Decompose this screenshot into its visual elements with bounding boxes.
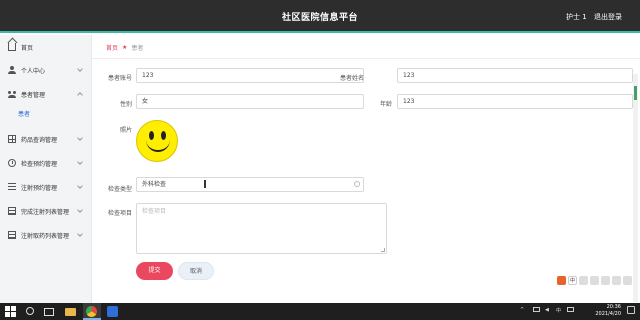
exam-type-select[interactable]: 外科检查: [136, 177, 364, 192]
name-label: 患者姓名: [339, 75, 364, 82]
grid-icon: [8, 135, 16, 143]
breadcrumb: 首页 ★ 患者: [106, 43, 143, 52]
sidebar-item-label: 检查预约管理: [21, 160, 58, 168]
sidebar-item-personal-center[interactable]: 个人中心: [0, 58, 92, 82]
exam-type-label: 检查类型: [107, 186, 132, 193]
logout-link[interactable]: 退出登录: [594, 12, 622, 22]
task-view-icon[interactable]: [44, 308, 54, 316]
ime-keyboard-icon[interactable]: [601, 276, 610, 285]
windows-start-icon[interactable]: [5, 306, 16, 317]
document-icon: [8, 207, 16, 215]
cancel-button[interactable]: 取消: [178, 262, 214, 280]
sidebar-item-label: 首页: [21, 44, 34, 52]
sidebar-item-label: 药品查询管理: [21, 136, 58, 144]
page-scrollbar[interactable]: [633, 74, 638, 302]
breadcrumb-current: 患者: [131, 45, 144, 52]
sidebar-item-exam-appointment[interactable]: 检查预约管理: [0, 151, 92, 175]
chevron-down-icon: [77, 66, 83, 72]
list-icon: [8, 183, 16, 191]
smiley-mouth: [146, 138, 170, 152]
search-icon[interactable]: [26, 307, 34, 315]
chrome-icon[interactable]: [86, 306, 97, 317]
app-icon[interactable]: [107, 306, 118, 317]
patient-photo[interactable]: [136, 120, 178, 162]
chevron-down-icon: [77, 135, 83, 141]
home-icon: [8, 43, 16, 51]
text-cursor-icon: [204, 180, 206, 188]
photo-label: 照片: [119, 127, 132, 134]
battery-icon[interactable]: [567, 307, 574, 312]
resize-handle-icon[interactable]: [381, 248, 385, 252]
ime-settings-icon[interactable]: [623, 276, 632, 285]
ime-punct-icon[interactable]: [579, 276, 588, 285]
gender-field[interactable]: 女: [136, 94, 364, 109]
file-explorer-icon[interactable]: [65, 308, 76, 316]
sidebar-item-drug-query[interactable]: 药品查询管理: [0, 127, 92, 151]
sidebar-subitem-patient[interactable]: 患者: [0, 106, 92, 124]
ime-skin-icon[interactable]: [612, 276, 621, 285]
top-header: 社区医院信息平台 护士 1 退出登录: [0, 0, 640, 33]
current-user-label[interactable]: 护士 1: [566, 12, 587, 22]
sidebar-item-injection-pickup[interactable]: 注射取药列表管理: [0, 223, 92, 247]
network-icon[interactable]: [533, 307, 540, 312]
app-title: 社区医院信息平台: [281, 13, 358, 23]
exam-item-textarea[interactable]: 检查项目: [136, 203, 387, 254]
sidebar-item-label: 完成注射列表管理: [21, 208, 70, 216]
sidebar-item-label: 注射取药列表管理: [21, 232, 70, 240]
taskbar-time[interactable]: 20:36: [597, 304, 621, 310]
tray-chevron-icon[interactable]: ^: [520, 307, 524, 313]
ime-indicator[interactable]: 中: [556, 307, 561, 314]
clock-icon: [8, 159, 16, 167]
breadcrumb-divider: [92, 58, 640, 59]
exam-item-placeholder: 检查项目: [142, 208, 167, 215]
ime-toolbar[interactable]: 中: [557, 274, 637, 287]
age-field[interactable]: 123: [397, 94, 633, 109]
chevron-down-icon: [77, 231, 83, 237]
select-clear-icon[interactable]: [354, 181, 360, 187]
chevron-up-icon: [77, 92, 83, 98]
document-icon: [8, 231, 16, 239]
notification-icon[interactable]: [627, 306, 635, 314]
ime-mode[interactable]: 中: [568, 276, 577, 285]
sidebar-item-completed-injections[interactable]: 完成注射列表管理: [0, 199, 92, 223]
name-field[interactable]: 123: [397, 68, 633, 83]
taskbar-date[interactable]: 2021/4/20: [585, 311, 621, 317]
chevron-down-icon: [77, 207, 83, 213]
account-label: 患者账号: [107, 75, 132, 82]
breadcrumb-star-icon: ★: [122, 44, 128, 51]
sidebar-item-label: 患者管理: [21, 91, 46, 99]
submit-button[interactable]: 提交: [136, 262, 173, 280]
sidebar-item-home[interactable]: 首页: [0, 35, 92, 59]
volume-icon[interactable]: ◀: [545, 307, 549, 313]
chevron-down-icon: [77, 183, 83, 189]
sidebar-item-label: 个人中心: [21, 67, 46, 75]
scrollbar-thumb[interactable]: [634, 86, 637, 100]
account-field[interactable]: 123: [136, 68, 364, 83]
user-icon: [8, 66, 16, 74]
sidebar-item-label: 注射预约管理: [21, 184, 58, 192]
sidebar: 首页 个人中心 患者管理 患者 药品查询管理 检查预约管理 注射预约管理 完成注…: [0, 35, 92, 303]
chevron-down-icon: [77, 159, 83, 165]
sidebar-item-patient-management[interactable]: 患者管理: [0, 82, 92, 106]
exam-item-label: 检查项目: [107, 210, 132, 217]
breadcrumb-home[interactable]: 首页: [106, 43, 118, 52]
group-icon: [8, 90, 16, 98]
ime-logo-icon: [557, 276, 566, 285]
gender-label: 性别: [119, 101, 132, 108]
ime-mic-icon[interactable]: [590, 276, 599, 285]
sidebar-item-injection-appointment[interactable]: 注射预约管理: [0, 175, 92, 199]
age-label: 年龄: [379, 101, 392, 108]
